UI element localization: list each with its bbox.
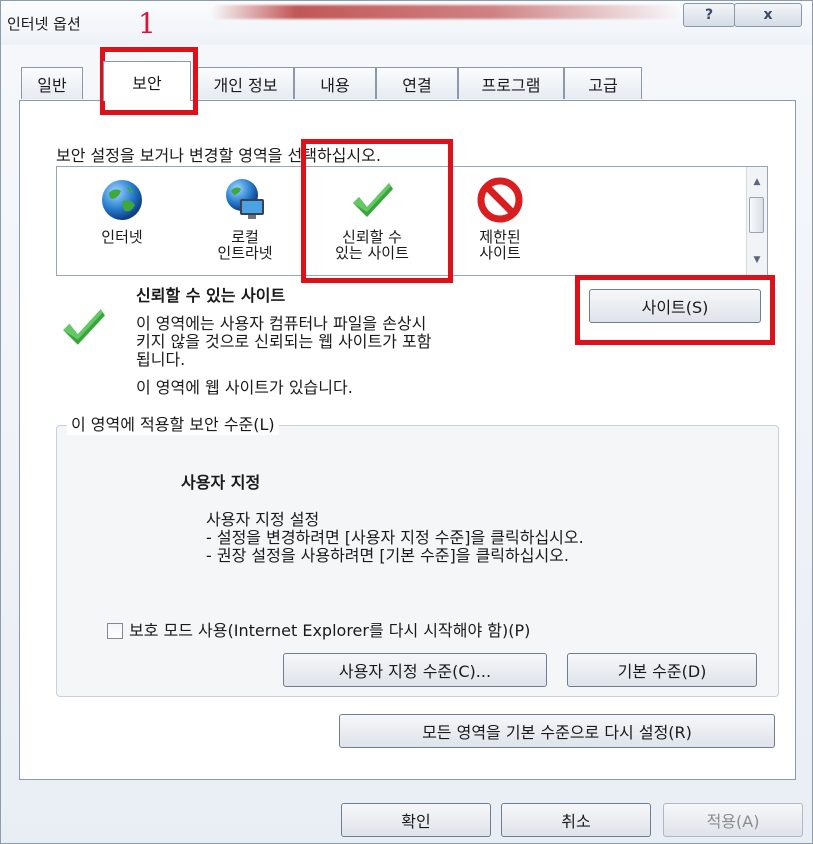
tab-label: 고급 [588,75,618,95]
tab-content[interactable]: 내용 [294,67,376,99]
zone-internet[interactable]: 인터넷 [67,167,177,275]
zone-label: 로컬 인트라넷 [217,228,273,262]
custom-level-button[interactable]: 사용자 지정 수준(C)... [283,653,547,687]
tab-connections[interactable]: 연결 [376,67,458,99]
tab-label: 일반 [37,75,67,95]
annotation-number-1: 1 [138,7,156,40]
internet-options-window: 인터넷 옵션 ? x 1 2 3 일반 보안 개인 정보 내용 연결 프로그램 … [0,0,813,844]
tab-general[interactable]: 일반 [21,67,83,99]
sites-button[interactable]: 사이트(S) [589,289,761,323]
cancel-button[interactable]: 취소 [501,803,651,837]
tab-security[interactable]: 보안 [103,61,191,101]
tab-label: 내용 [320,75,350,95]
security-level-line: 사용자 지정 설정 [206,510,320,529]
globe-icon [102,180,142,220]
security-level-title: 사용자 지정 [181,473,261,492]
security-level-line: - 권장 설정을 사용하려면 [기본 수준]을 클릭하십시오. [206,546,569,565]
zone-description-line: 키지 않을 것으로 신뢰되는 웹 사이트가 포함 [136,332,432,351]
tab-privacy[interactable]: 개인 정보 [197,67,294,99]
help-button[interactable]: ? [683,3,735,27]
security-level-label: 이 영역에 적용할 보안 수준(L) [67,415,279,435]
zone-label: 제한된 사이트 [479,228,521,262]
protected-mode-checkbox[interactable] [107,623,123,639]
default-level-button[interactable]: 기본 수준(D) [567,653,757,687]
checkmark-icon [63,309,105,345]
reset-all-zones-button[interactable]: 모든 영역을 기본 수준으로 다시 설정(R) [339,714,775,748]
zone-local-intranet[interactable]: 로컬 인트라넷 [190,167,300,275]
tab-programs[interactable]: 프로그램 [458,67,564,99]
scroll-thumb[interactable] [749,197,764,233]
tab-label: 프로그램 [481,75,541,95]
security-level-line: - 설정을 변경하려면 [사용자 지정 수준]을 클릭하십시오. [206,528,584,547]
tab-label: 연결 [402,75,432,95]
window-title: 인터넷 옵션 [7,15,81,33]
zone-description-line: 이 영역에는 사용자 컴퓨터나 파일을 손상시 [136,314,427,333]
protected-mode-label: 보호 모드 사용(Internet Explorer를 다시 시작해야 함)(P… [129,621,531,640]
scroll-down-icon[interactable]: ▼ [747,251,767,269]
tab-advanced[interactable]: 고급 [564,67,642,99]
tab-label: 보안 [132,73,162,93]
apply-button[interactable]: 적용(A) [663,803,803,837]
zone-trusted-sites[interactable]: 신뢰할 수 있는 사이트 [317,167,427,275]
title-glow [211,5,681,19]
zone-restricted-sites[interactable]: 제한된 사이트 [445,167,555,275]
prohibited-icon [477,177,523,223]
zone-title: 신뢰할 수 있는 사이트 [136,286,286,305]
zone-description-line: 됩니다. [136,350,186,369]
zone-list-scrollbar[interactable]: ▲ ▼ [746,167,767,275]
help-icon: ? [704,7,714,23]
tab-label: 개인 정보 [213,75,278,95]
checkmark-icon [353,183,393,217]
zone-label: 신뢰할 수 있는 사이트 [335,228,409,262]
scroll-up-icon[interactable]: ▲ [747,173,767,191]
zone-status-text: 이 영역에 웹 사이트가 있습니다. [136,378,353,397]
close-icon: x [763,7,773,23]
zone-instruction: 보안 설정을 보거나 변경할 영역을 선택하십시오. [56,146,381,165]
zone-list[interactable]: 인터넷 로컬 인트라넷 신뢰할 수 있는 사이트 제한된 사이트 ▲ ▼ [56,166,768,276]
close-button[interactable]: x [734,3,802,27]
zone-label: 인터넷 [101,228,143,246]
ok-button[interactable]: 확인 [341,803,491,837]
title-bar: 인터넷 옵션 ? x [1,1,812,45]
intranet-icon [226,179,264,219]
